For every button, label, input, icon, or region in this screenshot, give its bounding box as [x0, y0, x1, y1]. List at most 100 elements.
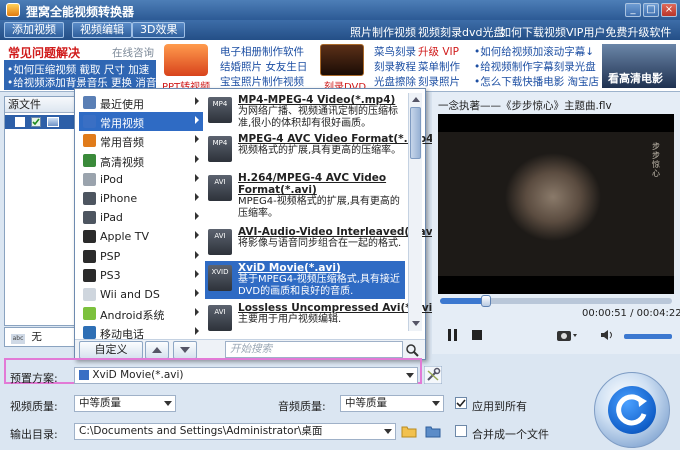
scroll-thumb[interactable] [410, 107, 421, 159]
ad-wedding-photo[interactable]: 结婚照片 女友生日 [220, 59, 307, 74]
ad-download-movie[interactable]: •怎么下载快播电影 淘宝店 [474, 74, 599, 89]
subtitle-select[interactable]: abc 无 [4, 327, 78, 347]
preset-video-icon [79, 370, 89, 380]
scroll-up-button[interactable] [145, 341, 169, 359]
wii-icon [83, 288, 96, 301]
format-scrollbar[interactable] [408, 93, 422, 331]
video-edit-button[interactable]: 视频编辑 [72, 22, 132, 38]
close-button[interactable]: × [661, 3, 677, 17]
ad-photo-album[interactable]: 电子相册制作软件 [220, 44, 304, 59]
category-item[interactable]: iPhone [79, 189, 203, 208]
faq-box: •如何压缩视频 截取 尺寸 加速 •给视频添加背景音乐 更换 消音 [4, 60, 156, 90]
stop-icon[interactable] [470, 328, 484, 342]
dropdown-arrow-icon [432, 401, 440, 406]
output-dir-select[interactable]: C:\Documents and Settings\Administrator\… [74, 423, 396, 440]
expand-icon[interactable] [15, 117, 25, 127]
subtitle-value: 无 [31, 331, 42, 343]
volume-slider[interactable] [624, 334, 672, 339]
category-item[interactable]: iPod [79, 170, 203, 189]
file-row[interactable] [5, 115, 77, 129]
format-menu[interactable]: 最近使用 常用视频 常用音频 高清视频 iPod iPhone iPad Apple TV PS… [74, 88, 441, 360]
ad-scroll-subtitle[interactable]: •如何给视频加滚动字幕↓ [474, 44, 594, 59]
format-description: MPEG4-视频格式的扩展,具有更高的压缩率。 [238, 196, 400, 219]
format-item[interactable]: XVID XviD Movie(*.avi) 基于MPEG4-视频压缩格式,具有接近… [205, 261, 405, 299]
category-item[interactable]: 常用音频 [79, 131, 203, 150]
ppt-icon[interactable] [164, 44, 208, 76]
pause-icon[interactable] [446, 328, 460, 342]
format-item[interactable]: AVI H.264/MPEG-4 AVC Video Format(*.avi) M… [205, 171, 405, 221]
link-burn-dvd[interactable]: 视频刻录dvd光盘 [418, 24, 504, 40]
ad-burn-novice[interactable]: 菜鸟刻录 [374, 44, 416, 59]
video-display[interactable]: 步步惊心 [438, 114, 674, 294]
format-search-input[interactable]: 开始搜索 [225, 341, 403, 358]
hd-movie-banner[interactable]: 看高清电影 [602, 44, 676, 88]
seek-handle[interactable] [481, 295, 492, 307]
category-label: 高清视频 [100, 155, 144, 169]
video-quality-select[interactable]: 中等质量 [74, 395, 176, 412]
ad-burn-tutorial[interactable]: 刻录教程 [374, 59, 416, 74]
online-consult-link[interactable]: 在线咨询 [112, 45, 154, 60]
category-item[interactable]: PS3 [79, 266, 203, 285]
minimize-button[interactable]: _ [625, 3, 641, 17]
timecode: 00:00:51 / 00:04:22 [582, 308, 680, 319]
category-label: 常用视频 [100, 117, 144, 131]
format-item[interactable]: MP4 MP4-MPEG-4 Video(*.mp4) 为网络广播、视频通讯定制的压… [205, 93, 405, 131]
check-icon [456, 399, 466, 408]
format-item[interactable]: AVI Lossless Uncompressed Avi(*.avi) 主要用于用… [205, 301, 437, 339]
scroll-up-icon[interactable] [412, 97, 420, 102]
convert-button[interactable] [594, 372, 670, 448]
category-item[interactable]: 最近使用 [79, 93, 203, 112]
faq-title[interactable]: 常见问题解决 [8, 44, 80, 61]
search-icon[interactable] [405, 343, 419, 357]
preview-panel: 一念执著——《步步惊心》主题曲.flv 步步惊心 00:00:51 / 00:0… [432, 92, 680, 354]
settings-tools-icon[interactable] [424, 366, 442, 384]
source-file-column[interactable]: 源文件 [8, 98, 41, 111]
ad-upgrade-vip[interactable]: 升级 VIP [418, 44, 459, 59]
category-item[interactable]: 高清视频 [79, 151, 203, 170]
scroll-down-button[interactable] [173, 341, 197, 359]
ad-burn-photo[interactable]: 刻录照片 [418, 74, 460, 89]
apply-all-label[interactable]: 应用到所有 [472, 398, 527, 414]
apply-all-checkbox[interactable] [455, 397, 467, 409]
hd-icon [83, 153, 96, 167]
file-list[interactable]: 源文件 [4, 96, 78, 326]
dropdown-arrow-icon [384, 429, 392, 434]
merge-label[interactable]: 合并成一个文件 [472, 426, 549, 442]
psp-icon [83, 249, 96, 263]
browse-folder-icon[interactable] [400, 422, 418, 440]
link-download-video[interactable]: 如何下载视频 [500, 24, 566, 40]
merge-checkbox[interactable] [455, 425, 467, 437]
volume-icon[interactable] [600, 328, 614, 342]
file-checkbox[interactable] [31, 117, 41, 127]
category-item[interactable]: Apple TV [79, 227, 203, 246]
audio-quality-select[interactable]: 中等质量 [340, 395, 444, 412]
ad-disc-erase[interactable]: 光盘擦除 [374, 74, 416, 89]
format-item[interactable]: MP4 MPEG-4 AVC Video Format(*.mp4) 视频格式的扩展… [205, 132, 438, 170]
scroll-down-icon[interactable] [412, 321, 420, 326]
format-description: 为网络广播、视频通讯定制的压缩标准,很小的体积却有很好画质。 [238, 106, 398, 129]
3d-effect-button[interactable]: 3D效果 [132, 22, 186, 38]
category-item[interactable]: Wii and DS [79, 285, 203, 304]
maximize-button[interactable]: □ [643, 3, 659, 17]
ad-subtitle-burn[interactable]: •给视频制作字幕刻录光盘 [474, 59, 596, 74]
submenu-arrow-icon [195, 308, 199, 317]
format-file-icon: AVI [208, 175, 232, 201]
ad-baby-photo[interactable]: 宝宝照片制作视频 [220, 74, 304, 89]
custom-button[interactable]: 自定义 [79, 341, 143, 359]
category-item[interactable]: 常用视频 [79, 112, 203, 132]
open-folder-icon[interactable] [424, 422, 442, 440]
ad-menu-make[interactable]: 菜单制作 [418, 59, 460, 74]
add-video-button[interactable]: 添加视频 [4, 22, 64, 38]
format-description: 主要用于用户视频编辑. [238, 314, 342, 325]
preset-select[interactable]: XviD Movie(*.avi) [74, 367, 418, 384]
format-item[interactable]: AVI AVI-Audio-Video Interleaved(*.avi) 将影像… [205, 225, 441, 263]
link-vip-upgrade[interactable]: VIP用户免费升级软件 [566, 24, 671, 40]
dvd-icon[interactable] [320, 44, 364, 76]
video-file-icon [47, 117, 59, 127]
snapshot-icon[interactable] [556, 328, 578, 342]
category-item[interactable]: Android系统 [79, 304, 203, 323]
category-item[interactable]: PSP [79, 247, 203, 266]
category-item[interactable]: iPad [79, 208, 203, 227]
link-photo-video[interactable]: 照片制作视频 [350, 24, 416, 40]
seek-bar[interactable] [440, 295, 672, 307]
